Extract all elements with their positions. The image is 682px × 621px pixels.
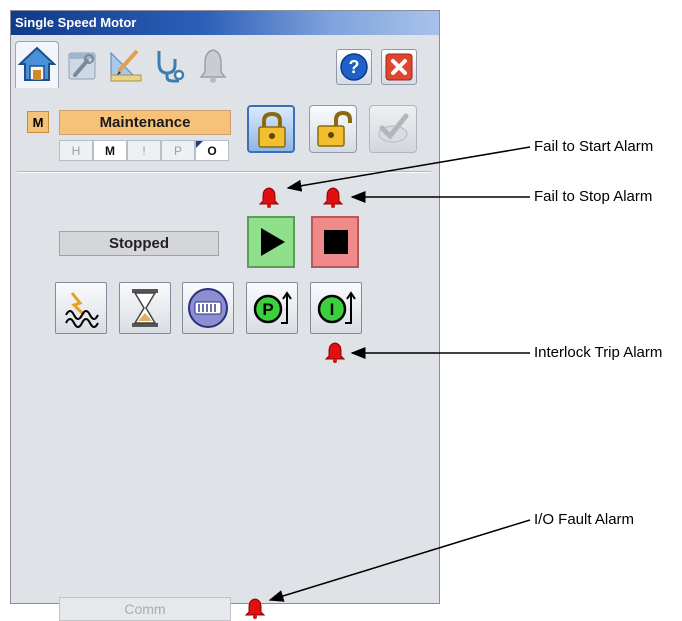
fail-to-start-callout: Fail to Start Alarm <box>534 138 654 155</box>
interlock-trip-callout: Interlock Trip Alarm <box>534 344 663 361</box>
io-fault-callout: I/O Fault Alarm <box>534 511 635 528</box>
io-fault-arrow <box>268 519 531 602</box>
fail-to-stop-callout: Fail to Stop Alarm <box>534 188 653 205</box>
fail-to-start-arrow <box>286 146 531 192</box>
